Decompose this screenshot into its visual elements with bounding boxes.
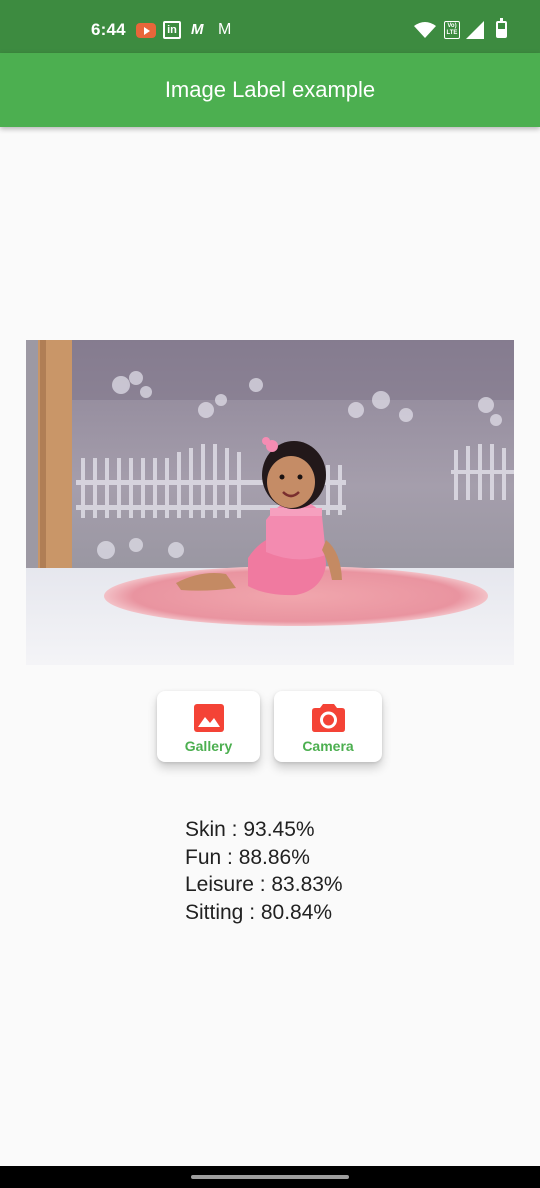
image-icon xyxy=(193,704,224,732)
result-row: Sitting : 80.84% xyxy=(185,900,333,924)
app-title: Image Label example xyxy=(164,77,376,102)
gallery-label: Gallery xyxy=(184,738,233,754)
status-time: 6:44 xyxy=(91,20,126,39)
status-bar: 6:44 in M M Vo) LTE xyxy=(0,0,540,53)
result-row: Leisure : 83.83% xyxy=(185,873,343,896)
linkedin-icon: in xyxy=(163,21,181,39)
m-app-icon: M xyxy=(191,21,204,38)
volte-icon: Vo) LTE xyxy=(444,21,460,39)
wifi-icon xyxy=(414,22,436,40)
camera-icon xyxy=(311,704,345,732)
gmail-icon: M xyxy=(218,21,232,38)
signal-icon xyxy=(466,21,484,39)
battery-icon xyxy=(496,18,507,38)
camera-button[interactable]: Camera xyxy=(274,691,382,762)
result-row: Skin : 93.45% xyxy=(185,818,315,841)
gallery-button[interactable]: Gallery xyxy=(157,691,260,762)
home-gesture-handle[interactable] xyxy=(191,1175,349,1179)
label-results: Skin : 93.45% Fun : 88.86% Leisure : 83.… xyxy=(185,816,343,926)
youtube-icon xyxy=(136,23,156,38)
app-bar: Image Label example xyxy=(0,53,540,127)
navigation-bar xyxy=(0,1166,540,1188)
selected-image xyxy=(26,340,514,665)
result-row: Fun : 88.86% xyxy=(185,845,310,869)
camera-label: Camera xyxy=(302,738,354,754)
